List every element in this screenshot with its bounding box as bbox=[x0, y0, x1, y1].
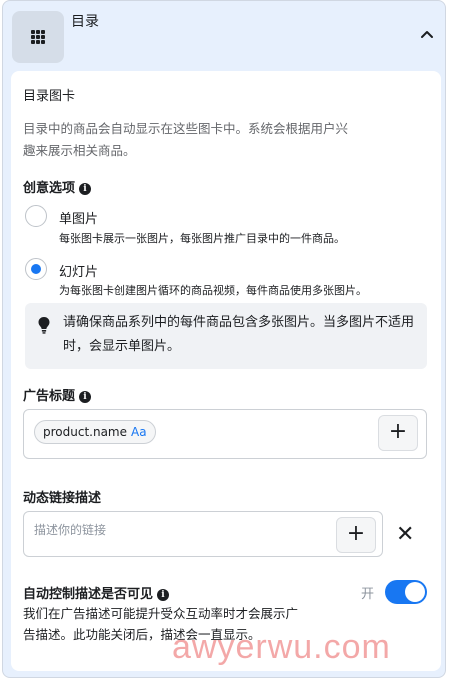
creative-options-title: 创意选项 bbox=[23, 181, 76, 196]
auto-control-heading: 自动控制描述是否可见 i bbox=[23, 583, 170, 602]
catalog-card-description-line2: 趣来展示相关商品。 bbox=[23, 143, 136, 158]
watermark-text: awyerwu.com bbox=[172, 628, 391, 666]
product-name-token[interactable]: product.name Aa bbox=[34, 420, 156, 444]
slideshow-notice: 请确保商品系列中的每件商品包含多张图片。当多图片不适用时，会显示单图片。 bbox=[25, 303, 427, 369]
toggle-label: 开 bbox=[361, 587, 375, 602]
lightbulb-icon bbox=[38, 317, 50, 334]
radio-single-image[interactable] bbox=[25, 205, 47, 227]
auto-control-title: 自动控制描述是否可见 bbox=[23, 587, 154, 602]
grid-icon bbox=[31, 30, 45, 44]
chevron-up-icon[interactable] bbox=[419, 27, 435, 43]
slideshow-description: 为每张图卡创建图片循环的商品视频，每件商品使用多张图片。 bbox=[59, 284, 367, 297]
catalog-icon-box bbox=[12, 11, 64, 63]
token-label: product.name bbox=[43, 425, 127, 439]
dynamic-link-field[interactable]: + bbox=[23, 511, 383, 557]
notice-text: 请确保商品系列中的每件商品包含多张图片。当多图片不适用时，会显示单图片。 bbox=[63, 315, 415, 354]
dynamic-link-input[interactable] bbox=[32, 518, 326, 542]
single-image-description: 每张图卡展示一张图片，每张图片推广目录中的一件商品。 bbox=[59, 232, 345, 245]
catalog-card-description-line1: 目录中的商品会自动显示在这些图卡中。系统会根据用户兴 bbox=[23, 121, 349, 136]
catalog-card-title: 目录图卡 bbox=[23, 89, 76, 104]
catalog-panel: 目录 目录图卡 目录中的商品会自动显示在这些图卡中。系统会根据用户兴 趣来展示相… bbox=[2, 0, 446, 678]
info-icon[interactable]: i bbox=[79, 182, 92, 195]
ad-headline-input[interactable]: product.name Aa + bbox=[23, 409, 427, 459]
token-format-icon: Aa bbox=[131, 425, 147, 439]
catalog-card: 目录图卡 目录中的商品会自动显示在这些图卡中。系统会根据用户兴 趣来展示相关商品… bbox=[11, 71, 441, 671]
ad-headline-heading: 广告标题 i bbox=[23, 385, 92, 404]
panel-title: 目录 bbox=[71, 14, 99, 30]
slideshow-label: 幻灯片 bbox=[59, 265, 99, 280]
close-icon[interactable]: ✕ bbox=[396, 522, 414, 547]
info-icon[interactable]: i bbox=[79, 390, 92, 403]
radio-slideshow[interactable] bbox=[25, 258, 47, 280]
ad-headline-title: 广告标题 bbox=[23, 389, 76, 404]
info-icon[interactable]: i bbox=[157, 588, 170, 601]
dynamic-link-title: 动态链接描述 bbox=[23, 491, 102, 506]
single-image-label: 单图片 bbox=[59, 212, 99, 227]
add-link-button[interactable]: + bbox=[336, 517, 376, 553]
add-headline-button[interactable]: + bbox=[378, 415, 418, 451]
auto-control-description-line1: 我们在广告描述可能提升受众互动率时才会展示广 bbox=[23, 606, 299, 621]
auto-control-toggle[interactable] bbox=[385, 580, 427, 604]
creative-options-heading: 创意选项 i bbox=[23, 177, 92, 196]
